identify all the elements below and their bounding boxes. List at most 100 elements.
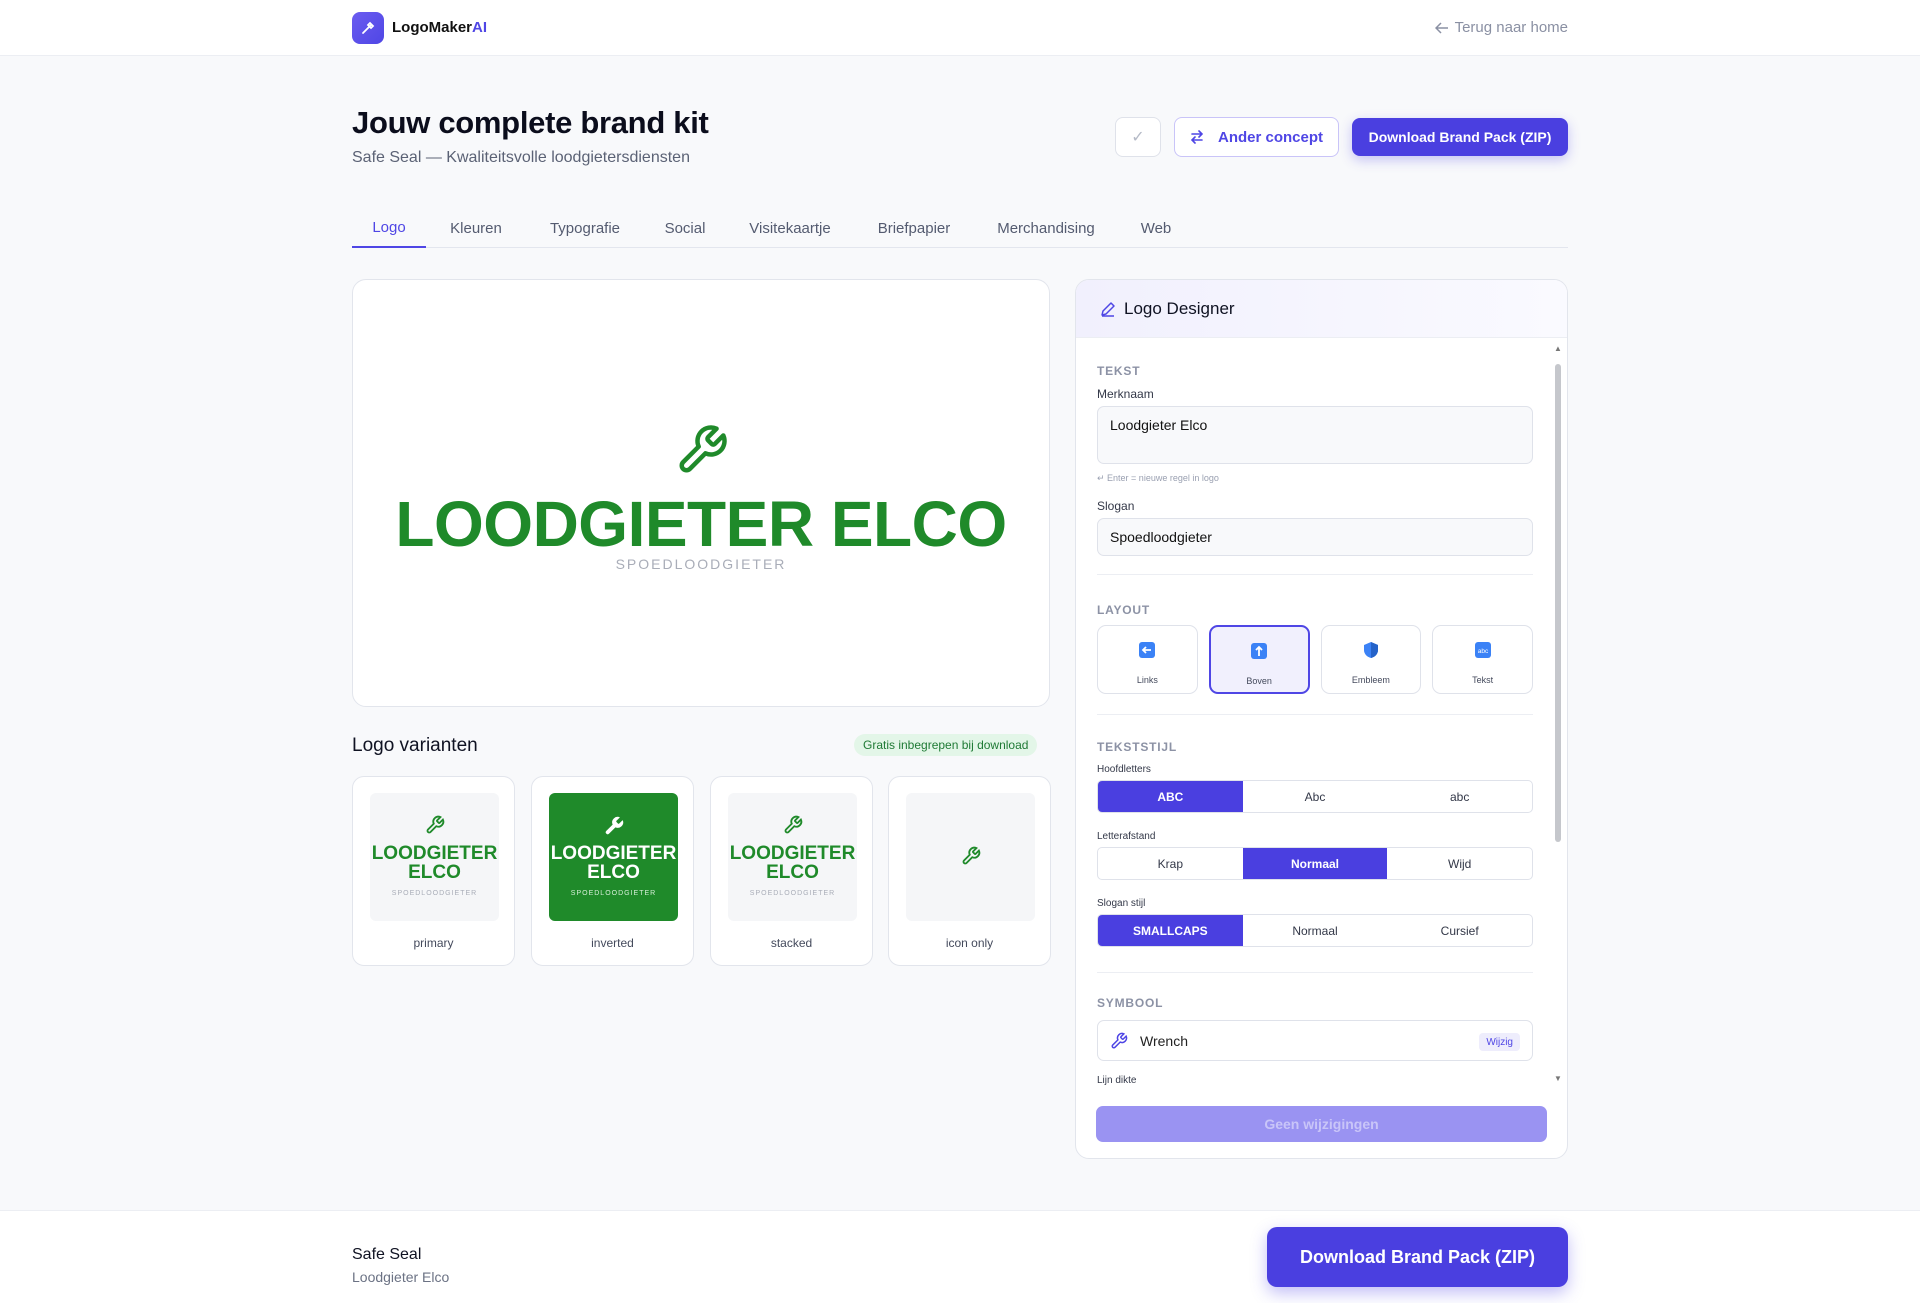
- symbol-name: Wrench: [1140, 1033, 1188, 1049]
- layout-option-label: Tekst: [1472, 675, 1494, 685]
- hoofdletters-segmented: ABC Abc abc: [1097, 780, 1533, 813]
- variant-name-line2: ELCO: [408, 862, 461, 883]
- section-tekststijl: TEKSTSTIJL: [1097, 740, 1178, 754]
- slogan-stijl-option-normaal[interactable]: Normaal: [1243, 915, 1388, 946]
- tab-social[interactable]: Social: [644, 208, 726, 248]
- layout-option-label: Embleem: [1351, 675, 1390, 685]
- scroll-down-icon[interactable]: ▼: [1554, 1074, 1562, 1083]
- tab-visitekaartje[interactable]: Visitekaartje: [726, 208, 854, 248]
- layout-options: Links Boven Embleem abc Tekst: [1097, 625, 1533, 694]
- abc-icon: abc: [1474, 642, 1491, 658]
- slogan-stijl-option-smallcaps[interactable]: SMALLCAPS: [1098, 915, 1243, 946]
- tab-logo[interactable]: Logo: [352, 208, 426, 248]
- slogan-label: Slogan: [1097, 499, 1135, 513]
- variant-name-line1: LOODGIETER: [729, 843, 856, 864]
- designer-scrollbar[interactable]: ▲ ▼: [1552, 344, 1563, 1084]
- other-concept-button[interactable]: Ander concept: [1174, 117, 1339, 157]
- confirm-button[interactable]: ✓: [1115, 117, 1161, 157]
- hoofdletters-option-upper[interactable]: ABC: [1098, 781, 1243, 812]
- variant-thumb: LOODGIETER ELCO SPOEDLOODGIETER: [370, 793, 499, 921]
- wrench-icon: [784, 815, 802, 834]
- merknaam-input[interactable]: Loodgieter Elco: [1097, 406, 1533, 464]
- designer-title: Logo Designer: [1124, 299, 1235, 318]
- layout-option-links[interactable]: Links: [1097, 625, 1198, 694]
- scroll-up-icon[interactable]: ▲: [1554, 344, 1562, 353]
- download-brand-pack-button[interactable]: Download Brand Pack (ZIP): [1352, 118, 1568, 156]
- letterafstand-option-normaal[interactable]: Normaal: [1242, 848, 1388, 879]
- other-concept-label: Ander concept: [1217, 128, 1323, 146]
- wrench-icon: [679, 425, 727, 473]
- variant-slogan: SPOEDLOODGIETER: [570, 890, 657, 897]
- edit-icon: [1101, 302, 1115, 317]
- variant-card-stacked[interactable]: LOODGIETER ELCO SPOEDLOODGIETER stacked: [710, 776, 873, 966]
- apply-changes-button[interactable]: Geen wijzigingen: [1096, 1106, 1547, 1142]
- tab-web[interactable]: Web: [1118, 208, 1194, 248]
- wrench-icon: [426, 815, 444, 834]
- slogan-input[interactable]: Spoedloodgieter: [1097, 518, 1533, 556]
- variant-card-icon-only[interactable]: icon only: [888, 776, 1051, 966]
- letterafstand-option-wijd[interactable]: Wijd: [1387, 848, 1532, 879]
- arrow-left-icon: [1434, 21, 1448, 34]
- letterafstand-label: Letterafstand: [1097, 831, 1156, 842]
- hoofdletters-label: Hoofdletters: [1097, 764, 1151, 775]
- page-title: Jouw complete brand kit: [352, 105, 709, 140]
- variant-label: stacked: [770, 936, 813, 950]
- section-tekst: TEKST: [1097, 364, 1141, 378]
- letterafstand-segmented: Krap Normaal Wijd: [1097, 847, 1533, 880]
- letterafstand-option-krap[interactable]: Krap: [1098, 848, 1243, 879]
- variant-thumb: LOODGIETER ELCO SPOEDLOODGIETER: [728, 793, 857, 921]
- shield-icon: [1363, 642, 1378, 658]
- back-home-label: Terug naar home: [1454, 19, 1568, 36]
- merknaam-hint: ↵ Enter = nieuwe regel in logo: [1097, 473, 1219, 483]
- variants-title: Logo varianten: [352, 735, 478, 756]
- arrow-left-box-icon: [1139, 642, 1156, 658]
- section-symbool: SYMBOOL: [1097, 996, 1164, 1010]
- variant-name-line1: LOODGIETER: [550, 843, 677, 864]
- section-layout: LAYOUT: [1097, 603, 1151, 617]
- wrench-icon: [962, 846, 980, 865]
- layout-option-boven[interactable]: Boven: [1208, 625, 1310, 694]
- tab-typografie[interactable]: Typografie: [526, 208, 644, 248]
- variant-card-inverted[interactable]: LOODGIETER ELCO SPOEDLOODGIETER inverted: [531, 776, 694, 966]
- preview-brand-name: LOODGIETER ELCO: [395, 488, 1007, 560]
- tab-briefpapier[interactable]: Briefpapier: [854, 208, 974, 248]
- arrow-up-box-icon: [1251, 643, 1268, 659]
- hoofdletters-option-title[interactable]: Abc: [1243, 781, 1388, 812]
- app-brand[interactable]: LogoMakerAI: [392, 19, 487, 36]
- swap-icon: [1190, 130, 1204, 144]
- footer-download-button[interactable]: Download Brand Pack (ZIP): [1267, 1227, 1568, 1287]
- wrench-icon: [605, 816, 623, 835]
- variant-name-line2: ELCO: [766, 862, 819, 883]
- layout-option-embleem[interactable]: Embleem: [1320, 625, 1422, 694]
- back-home-link[interactable]: Terug naar home: [1434, 19, 1568, 36]
- tab-kleuren[interactable]: Kleuren: [426, 208, 526, 248]
- scrollbar-thumb[interactable]: [1555, 364, 1561, 842]
- divider: [1097, 972, 1533, 973]
- footer-brand-sub: Loodgieter Elco: [352, 1269, 450, 1285]
- footer-brand-name: Safe Seal: [352, 1246, 422, 1263]
- svg-text:abc: abc: [1477, 648, 1488, 655]
- merknaam-label: Merknaam: [1097, 387, 1154, 401]
- tab-merchandising[interactable]: Merchandising: [974, 208, 1118, 248]
- slogan-stijl-segmented: SMALLCAPS Normaal Cursief: [1097, 914, 1533, 947]
- layout-option-tekst[interactable]: abc Tekst: [1432, 625, 1533, 694]
- designer-header: Logo Designer: [1076, 280, 1567, 338]
- page-subtitle: Safe Seal — Kwaliteitsvolle loodgietersd…: [352, 149, 690, 166]
- divider: [1097, 574, 1533, 575]
- app-logo-icon[interactable]: [352, 12, 384, 44]
- variant-name-line1: LOODGIETER: [371, 843, 498, 864]
- slogan-stijl-label: Slogan stijl: [1097, 898, 1146, 909]
- hoofdletters-option-lower[interactable]: abc: [1387, 781, 1532, 812]
- divider: [1097, 714, 1533, 715]
- slogan-stijl-option-cursief[interactable]: Cursief: [1387, 915, 1532, 946]
- footer-bar: Safe Seal Loodgieter Elco Download Brand…: [0, 1210, 1920, 1303]
- symbol-change-button[interactable]: Wijzig: [1479, 1033, 1520, 1051]
- variant-name: LOODGIETER ELCO: [549, 844, 678, 882]
- symbol-selector[interactable]: Wrench Wijzig: [1097, 1020, 1533, 1061]
- layout-option-label: Links: [1136, 675, 1158, 685]
- wrench-icon: [1111, 1032, 1128, 1049]
- variant-thumb: LOODGIETER ELCO SPOEDLOODGIETER: [549, 793, 678, 921]
- variant-label: icon only: [945, 936, 994, 950]
- variant-card-primary[interactable]: LOODGIETER ELCO SPOEDLOODGIETER primary: [352, 776, 515, 966]
- top-bar: LogoMakerAI Terug naar home: [0, 0, 1920, 56]
